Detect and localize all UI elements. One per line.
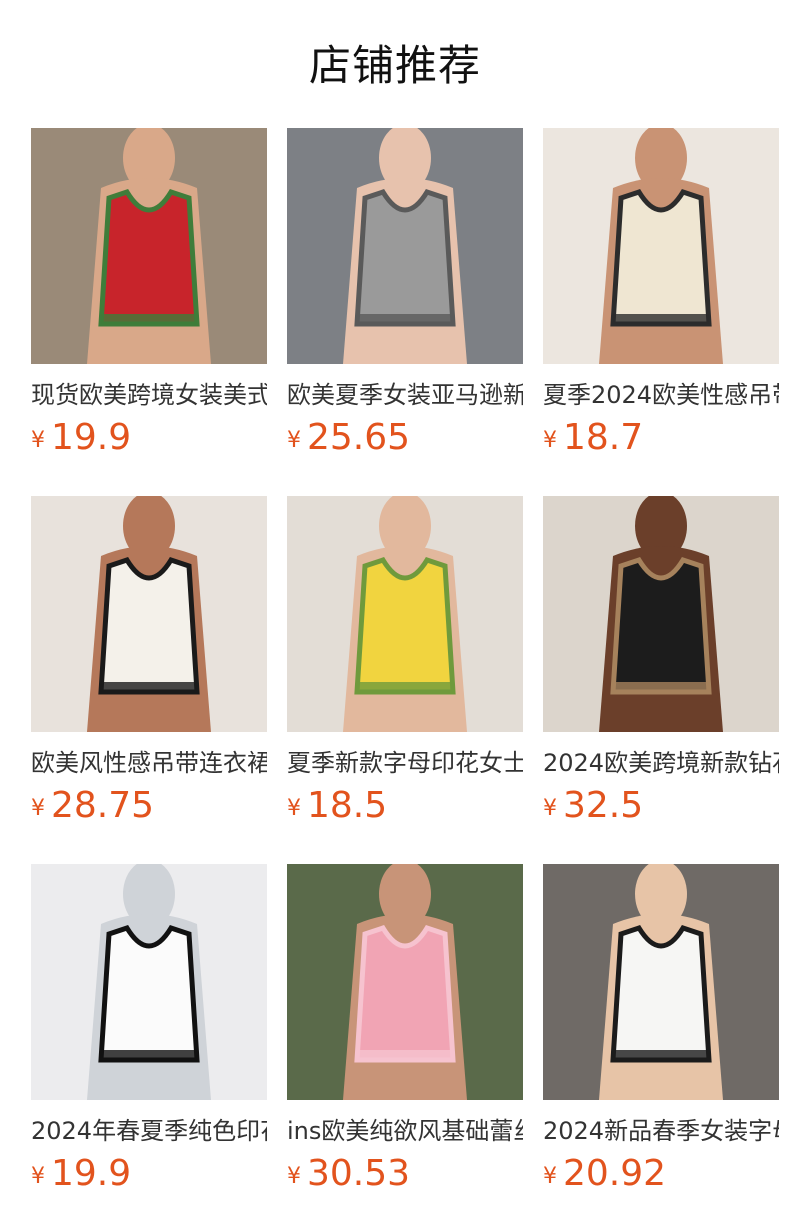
product-card[interactable]: ins欧美纯欲风基础蕾丝 ¥30.53 bbox=[287, 864, 523, 1232]
product-title[interactable]: 夏季新款字母印花女士 bbox=[287, 746, 523, 780]
price-value: 28.75 bbox=[51, 785, 155, 826]
product-grid: 现货欧美跨境女装美式 ¥19.9 欧美夏季女装亚马逊新 ¥25.65 夏季2024欧美性… bbox=[31, 128, 790, 1232]
price-value: 20.92 bbox=[563, 1153, 667, 1194]
product-price: ¥18.7 bbox=[543, 416, 779, 466]
price-value: 32.5 bbox=[563, 785, 644, 826]
product-title[interactable]: 现货欧美跨境女装美式 bbox=[31, 378, 267, 412]
price-value: 18.7 bbox=[563, 417, 644, 458]
currency-symbol: ¥ bbox=[31, 428, 45, 453]
price-value: 19.9 bbox=[51, 417, 132, 458]
currency-symbol: ¥ bbox=[31, 796, 45, 821]
product-card[interactable]: 夏季新款字母印花女士 ¥18.5 bbox=[287, 496, 523, 864]
price-value: 19.9 bbox=[51, 1153, 132, 1194]
currency-symbol: ¥ bbox=[287, 428, 301, 453]
product-title[interactable]: 2024欧美跨境新款钻石 bbox=[543, 746, 779, 780]
currency-symbol: ¥ bbox=[543, 796, 557, 821]
product-price: ¥20.92 bbox=[543, 1152, 779, 1202]
product-image[interactable] bbox=[31, 128, 267, 364]
product-title[interactable]: ins欧美纯欲风基础蕾丝 bbox=[287, 1114, 523, 1148]
product-card[interactable]: 欧美风性感吊带连衣裙 ¥28.75 bbox=[31, 496, 267, 864]
product-image[interactable] bbox=[31, 496, 267, 732]
product-title[interactable]: 2024新品春季女装字母 bbox=[543, 1114, 779, 1148]
product-card[interactable]: 2024新品春季女装字母 ¥20.92 bbox=[543, 864, 779, 1232]
price-value: 25.65 bbox=[307, 417, 411, 458]
product-image[interactable] bbox=[543, 128, 779, 364]
product-image[interactable] bbox=[543, 496, 779, 732]
product-card[interactable]: 欧美夏季女装亚马逊新 ¥25.65 bbox=[287, 128, 523, 496]
currency-symbol: ¥ bbox=[287, 1164, 301, 1189]
product-card[interactable]: 2024年春夏季纯色印花 ¥19.9 bbox=[31, 864, 267, 1232]
product-image[interactable] bbox=[543, 864, 779, 1100]
product-price: ¥30.53 bbox=[287, 1152, 523, 1202]
currency-symbol: ¥ bbox=[31, 1164, 45, 1189]
product-price: ¥19.9 bbox=[31, 416, 267, 466]
product-image[interactable] bbox=[287, 864, 523, 1100]
product-title[interactable]: 2024年春夏季纯色印花 bbox=[31, 1114, 267, 1148]
page-title: 店铺推荐 bbox=[308, 41, 481, 90]
product-title[interactable]: 欧美夏季女装亚马逊新 bbox=[287, 378, 523, 412]
product-title[interactable]: 夏季2024欧美性感吊带 bbox=[543, 378, 779, 412]
product-price: ¥32.5 bbox=[543, 784, 779, 834]
product-price: ¥25.65 bbox=[287, 416, 523, 466]
product-price: ¥18.5 bbox=[287, 784, 523, 834]
product-price: ¥28.75 bbox=[31, 784, 267, 834]
product-image[interactable] bbox=[31, 864, 267, 1100]
currency-symbol: ¥ bbox=[543, 428, 557, 453]
currency-symbol: ¥ bbox=[287, 796, 301, 821]
product-image[interactable] bbox=[287, 128, 523, 364]
product-card[interactable]: 现货欧美跨境女装美式 ¥19.9 bbox=[31, 128, 267, 496]
product-price: ¥19.9 bbox=[31, 1152, 267, 1202]
product-title[interactable]: 欧美风性感吊带连衣裙 bbox=[31, 746, 267, 780]
product-card[interactable]: 夏季2024欧美性感吊带 ¥18.7 bbox=[543, 128, 779, 496]
currency-symbol: ¥ bbox=[543, 1164, 557, 1189]
price-value: 30.53 bbox=[307, 1153, 411, 1194]
product-card[interactable]: 2024欧美跨境新款钻石 ¥32.5 bbox=[543, 496, 779, 864]
product-image[interactable] bbox=[287, 496, 523, 732]
price-value: 18.5 bbox=[307, 785, 388, 826]
